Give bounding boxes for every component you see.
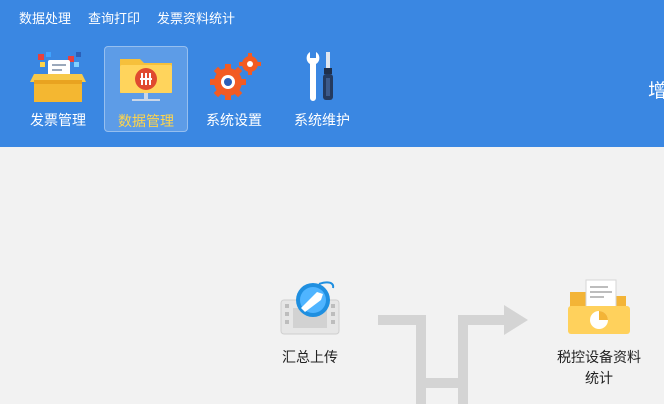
tool-invoice-management[interactable]: 发票管理	[16, 46, 100, 132]
device-stats-label-line1: 税控设备资料	[557, 350, 641, 366]
main-panel: 汇总上传 税控设备资料 统计	[0, 147, 664, 404]
device-stats-label: 税控设备资料 统计	[557, 348, 641, 390]
upload-globe-icon	[277, 278, 343, 342]
top-bar: 数据处理 查询打印 发票资料统计 发票管理 数据管理 系统设置 系统维护 增	[0, 0, 664, 147]
menu-bar: 数据处理 查询打印 发票资料统计	[0, 0, 252, 34]
invoice-box-icon	[26, 50, 90, 104]
gears-icon	[202, 50, 266, 104]
tool-label: 系统维护	[294, 113, 350, 129]
device-stats-node[interactable]: 税控设备资料 统计	[544, 278, 654, 390]
toolbar-right-text: 增	[648, 80, 664, 102]
tool-data-management[interactable]: 数据管理	[104, 46, 188, 132]
tool-system-settings[interactable]: 系统设置	[192, 46, 276, 132]
wrench-screwdriver-icon	[290, 50, 354, 104]
report-folder-icon	[564, 278, 634, 342]
tool-label: 系统设置	[206, 113, 262, 129]
summary-upload-label: 汇总上传	[282, 350, 338, 366]
tool-label: 发票管理	[30, 113, 86, 129]
data-folder-icon	[114, 51, 178, 105]
menu-item-query-print[interactable]: 查询打印	[88, 8, 140, 27]
tool-label: 数据管理	[118, 114, 174, 130]
menu-item-data-processing[interactable]: 数据处理	[19, 8, 71, 27]
menu-item-invoice-statistics[interactable]: 发票资料统计	[157, 8, 235, 27]
summary-upload-node[interactable]: 汇总上传	[266, 278, 354, 369]
device-stats-label-line2: 统计	[585, 371, 613, 387]
toolbar: 发票管理 数据管理 系统设置 系统维护	[16, 46, 368, 134]
tool-system-maintenance[interactable]: 系统维护	[280, 46, 364, 132]
